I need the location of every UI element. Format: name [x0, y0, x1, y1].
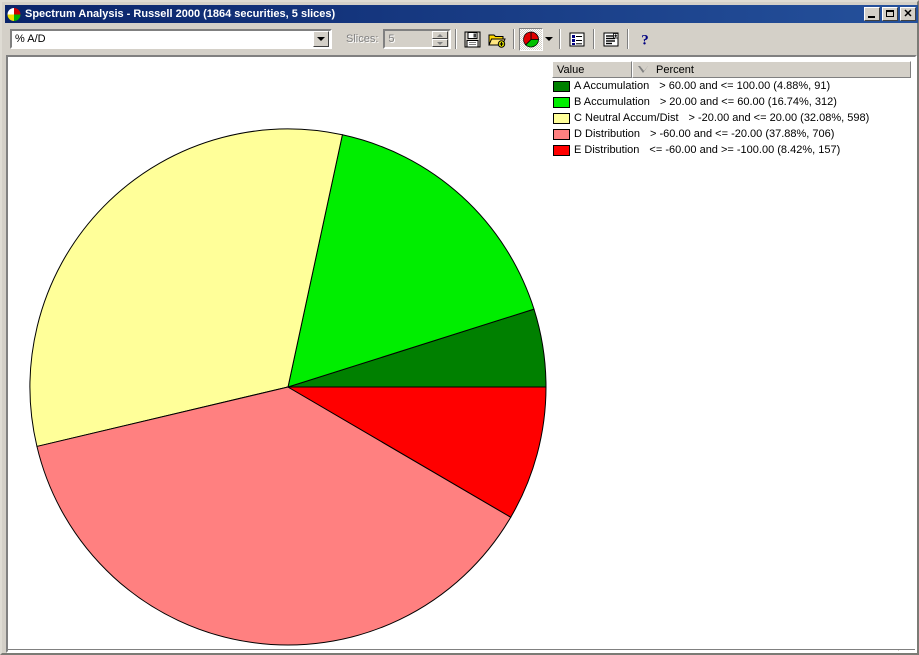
detail-report-icon [603, 32, 619, 46]
slices-spinner-down [432, 39, 449, 47]
floppy-disk-icon [464, 31, 481, 47]
maximize-button[interactable] [882, 7, 898, 21]
toolbar-separator [627, 29, 630, 49]
legend-color-swatch [553, 144, 570, 156]
list-report-icon [569, 32, 585, 46]
legend-column-value[interactable]: Value [552, 61, 632, 78]
legend-item-range: <= -60.00 and >= -100.00 (8.42%, 157) [649, 144, 841, 156]
window-title: Spectrum Analysis - Russell 2000 (1864 s… [25, 8, 336, 20]
legend-row[interactable]: E Distribution <= -60.00 and >= -100.00 (… [552, 142, 911, 158]
legend-header: Value Percent [552, 61, 911, 78]
legend-color-swatch [553, 80, 570, 92]
toolbar-separator [513, 29, 516, 49]
slices-value: 5 [388, 33, 395, 45]
report-vertical-scrollbar[interactable] [898, 650, 915, 651]
toolbar: % A/D Slices: 5 ? [5, 25, 918, 53]
slices-label: Slices: [346, 33, 379, 45]
scroll-up-button[interactable] [899, 650, 915, 651]
folder-add-icon [488, 34, 507, 48]
indicator-select[interactable]: % A/D [10, 29, 332, 49]
detail-report-button[interactable] [599, 28, 623, 51]
sort-descending-icon [638, 66, 649, 73]
legend-color-swatch [553, 96, 570, 108]
toolbar-separator [593, 29, 596, 49]
legend-item-name: B Accumulation [574, 96, 650, 108]
list-report-button[interactable] [565, 28, 589, 51]
save-button[interactable] [461, 28, 485, 51]
slices-spinner [432, 31, 449, 47]
legend-row[interactable]: B Accumulation > 20.00 and <= 60.00 (16.7… [552, 94, 911, 110]
pie-chart [8, 57, 556, 649]
title-bar[interactable]: Spectrum Analysis - Russell 2000 (1864 s… [5, 5, 918, 23]
toolbar-separator [455, 29, 458, 49]
pie-chart-svg[interactable] [8, 57, 556, 649]
legend-item-range: > 60.00 and <= 100.00 (4.88%, 91) [659, 80, 831, 92]
spectrum-pie-icon [6, 6, 22, 22]
legend-item-name: E Distribution [574, 144, 640, 156]
question-mark-icon: ? [642, 32, 650, 48]
minimize-button[interactable] [864, 7, 880, 21]
legend-row[interactable]: A Accumulation > 60.00 and <= 100.00 (4.8… [552, 78, 911, 94]
application-window: Spectrum Analysis - Russell 2000 (1864 s… [0, 0, 919, 655]
legend-item-range: > 20.00 and <= 60.00 (16.74%, 312) [659, 96, 837, 108]
legend-item-name: D Distribution [574, 128, 641, 140]
svg-text:?: ? [642, 32, 650, 48]
report-info-panel: Report ran on: Tue 06/28/11 12:52:58 PM … [8, 649, 915, 651]
legend-item-range: > -20.00 and <= 20.00 (32.08%, 598) [688, 112, 870, 124]
close-button[interactable]: ✕ [900, 7, 916, 21]
pie-chart-dropdown-button[interactable] [543, 28, 555, 51]
legend: Value Percent A Accumulation > 60.00 and … [552, 61, 911, 157]
legend-color-swatch [553, 128, 570, 140]
legend-rows: A Accumulation > 60.00 and <= 100.00 (4.8… [552, 78, 911, 158]
slices-spinner-up [432, 31, 449, 39]
legend-column-percent[interactable]: Percent [632, 61, 911, 78]
chevron-down-icon[interactable] [313, 31, 329, 47]
legend-item-range: > -60.00 and <= -20.00 (37.88%, 706) [650, 128, 835, 140]
help-button[interactable]: ? [633, 28, 657, 51]
legend-item-name: A Accumulation [574, 80, 650, 92]
toolbar-separator [559, 29, 562, 49]
legend-row[interactable]: D Distribution > -60.00 and <= -20.00 (37… [552, 126, 911, 142]
legend-color-swatch [553, 112, 570, 124]
legend-column-percent-label: Percent [656, 63, 694, 76]
open-add-button[interactable] [485, 28, 509, 51]
slices-stepper: 5 [383, 29, 452, 49]
report-info-text: Report ran on: Tue 06/28/11 12:52:58 PM … [8, 650, 898, 651]
pie-chart-icon [523, 31, 540, 47]
pie-chart-view-button[interactable] [519, 27, 544, 51]
legend-row[interactable]: C Neutral Accum/Dist > -20.00 and <= 20.0… [552, 110, 911, 126]
report-client-area: Value Percent A Accumulation > 60.00 and … [6, 55, 917, 653]
legend-item-name: C Neutral Accum/Dist [574, 112, 679, 124]
indicator-select-value: % A/D [15, 33, 46, 45]
